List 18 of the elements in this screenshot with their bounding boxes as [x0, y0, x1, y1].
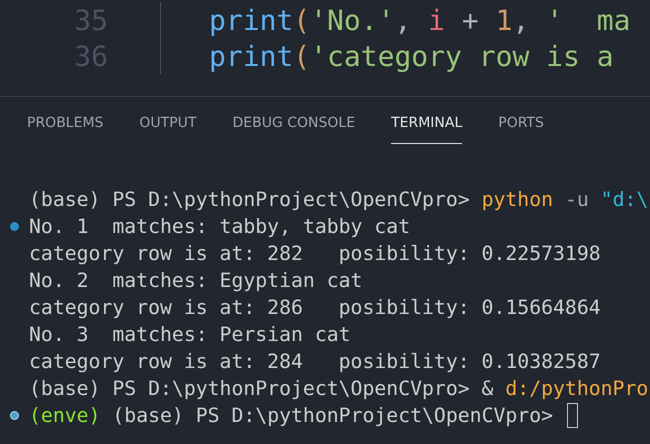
terminal-line: category row is at: 282 posibility: 0.22573198 [29, 242, 601, 265]
command-status-dot-icon[interactable] [10, 411, 19, 420]
panel-tab[interactable]: DEBUG CONSOLE [232, 115, 356, 144]
command-status-dot-icon[interactable] [10, 222, 19, 231]
terminal-line: No. 1 matches: tabby, tabby cat [29, 215, 410, 238]
terminal-line: category row is at: 284 posibility: 0.10382587 [29, 350, 601, 373]
panel-tab[interactable]: PROBLEMS [27, 115, 104, 144]
terminal-line: No. 3 matches: Persian cat [29, 323, 351, 346]
terminal-line: category row is at: 286 posibility: 0.15664864 [29, 296, 601, 319]
panel-tab[interactable]: TERMINAL [391, 115, 462, 144]
code-line: print('category row is a [209, 40, 614, 72]
terminal-line: (base) PS D:\pythonProject\OpenCVpro> & d:/pythonPro [29, 377, 648, 400]
terminal-line: (base) PS D:\pythonProject\OpenCVpro> python -u "d:\ [29, 188, 648, 211]
terminal-line: No. 2 matches: Egyptian cat [29, 269, 362, 292]
code-line: print('No.', i + 1, ' ma [209, 4, 630, 36]
panel-tab[interactable]: PORTS [498, 115, 544, 144]
panel-tab[interactable]: OUTPUT [139, 115, 196, 144]
terminal-line: (enve) (base) PS D:\pythonProject\OpenCVpro> [29, 404, 554, 427]
